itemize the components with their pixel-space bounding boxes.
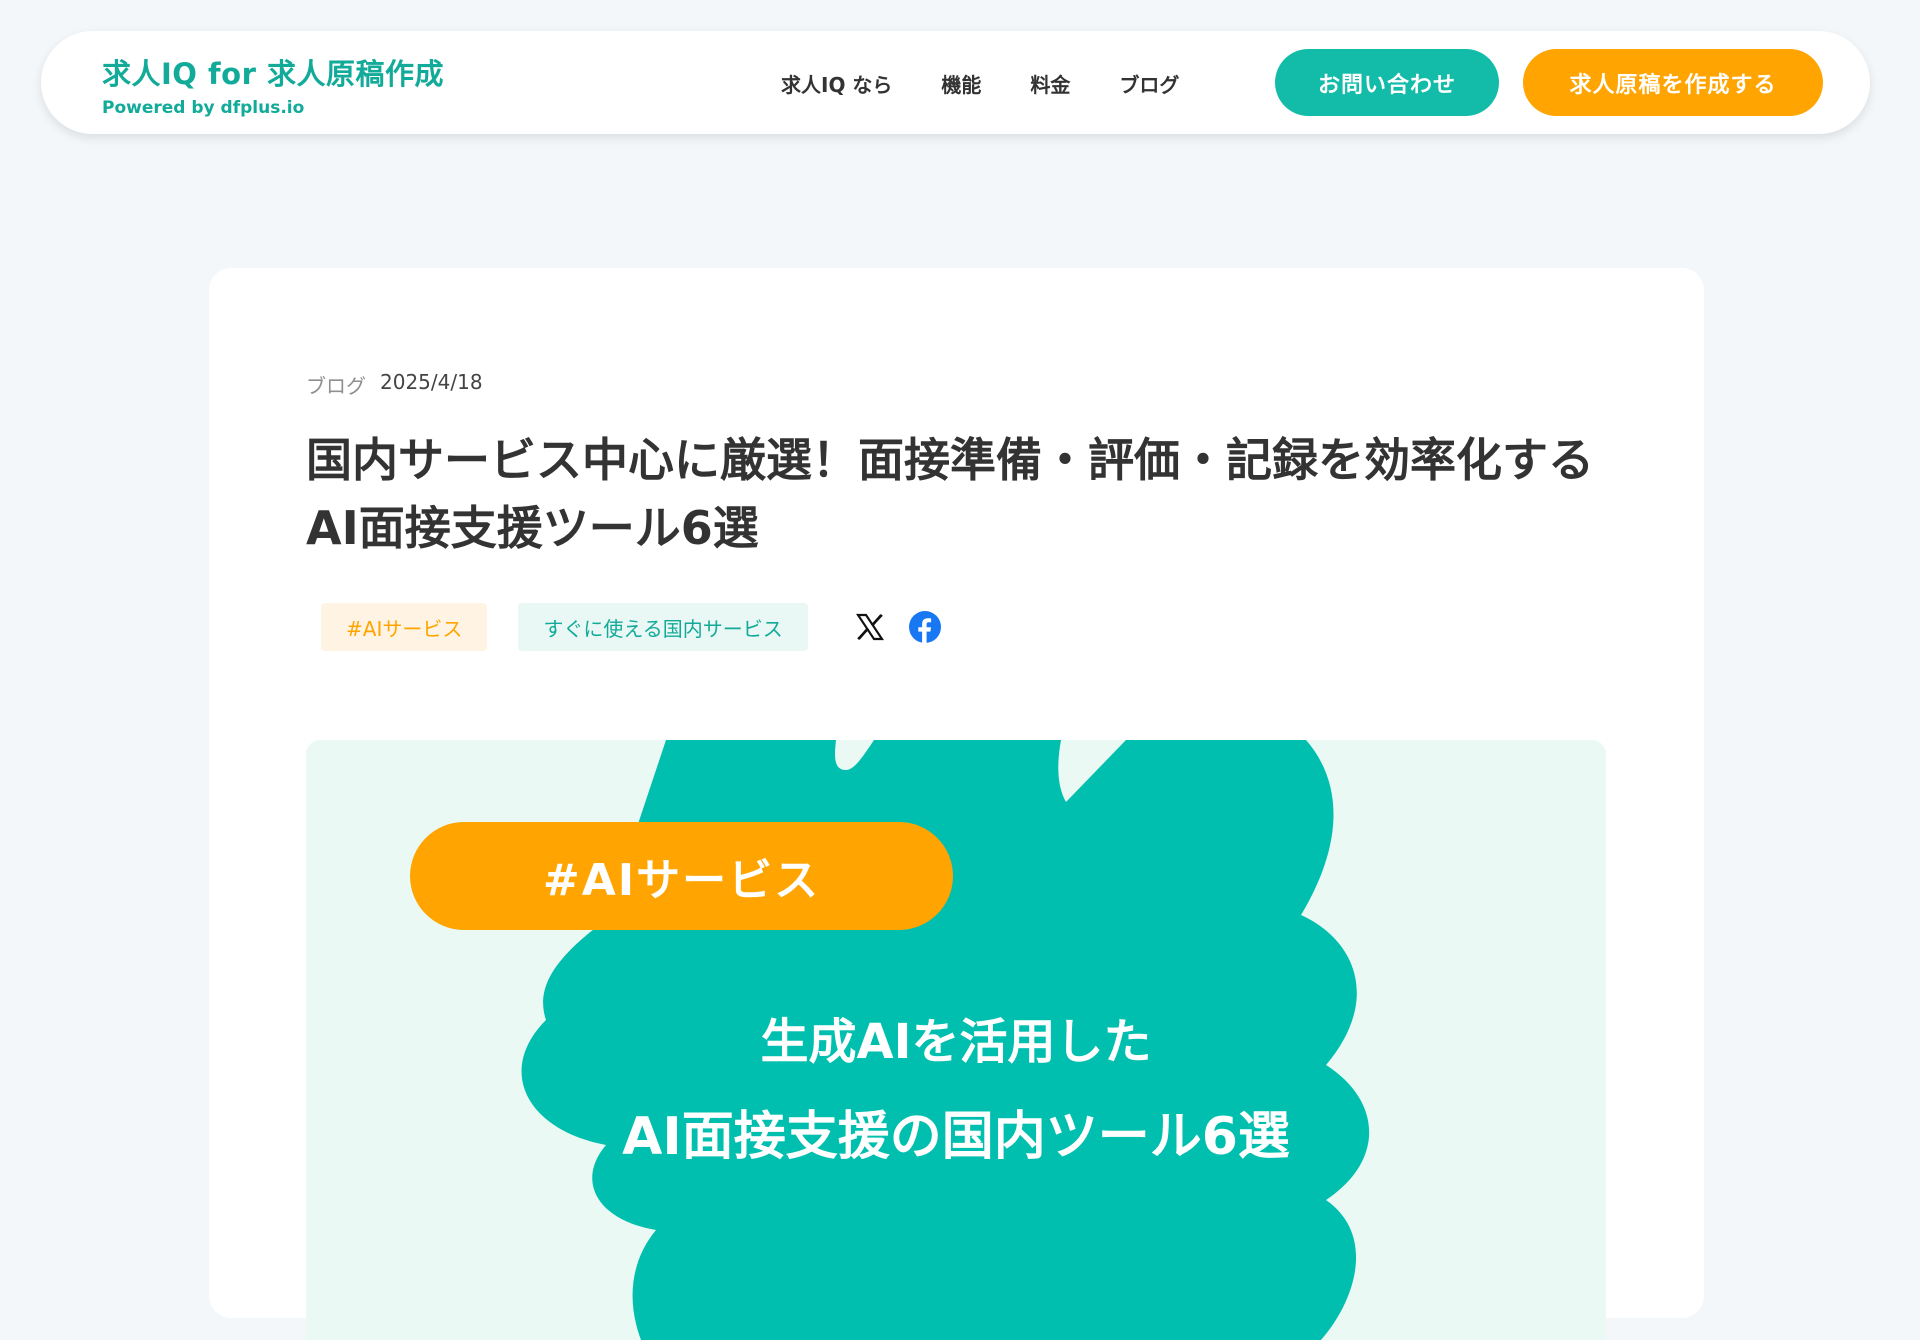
article-card: ブログ 2025/4/18 国内サービス中心に厳選！面接準備・評価・記録を効率化… bbox=[209, 268, 1704, 1340]
facebook-logo-icon[interactable] bbox=[908, 611, 941, 643]
contact-button[interactable]: お問い合わせ bbox=[1275, 49, 1499, 116]
hero-category-pill: #AIサービス bbox=[410, 822, 953, 930]
nav-item-about[interactable]: 求人IQ なら bbox=[781, 69, 892, 98]
tag-domestic-service[interactable]: すぐに使える国内サービス bbox=[518, 603, 808, 651]
create-posting-button[interactable]: 求人原稿を作成する bbox=[1523, 49, 1823, 116]
tag-ai-service[interactable]: #AIサービス bbox=[321, 603, 488, 651]
share-buttons bbox=[854, 611, 964, 643]
article-tags: #AIサービス すぐに使える国内サービス bbox=[321, 603, 964, 651]
main-nav: 求人IQ なら 機能 料金 ブログ bbox=[781, 69, 1228, 98]
article-category[interactable]: ブログ bbox=[306, 370, 366, 399]
brand-logo[interactable]: 求人IQ for 求人原稿作成 Powered by dfplus.io bbox=[102, 51, 444, 118]
brand-title[interactable]: 求人IQ for 求人原稿作成 bbox=[102, 51, 444, 93]
hero-headline-line2: AI面接支援の国内ツール6選 bbox=[622, 1107, 1290, 1167]
article-date: 2025/4/18 bbox=[380, 370, 483, 394]
site-header: 求人IQ for 求人原稿作成 Powered by dfplus.io 求人I… bbox=[41, 31, 1870, 134]
nav-item-blog[interactable]: ブログ bbox=[1119, 69, 1179, 98]
article-meta: ブログ 2025/4/18 bbox=[306, 370, 483, 399]
hero-image: #AIサービス 生成AIを活用した AI面接支援の国内ツール6選 bbox=[306, 740, 1606, 1340]
nav-item-pricing[interactable]: 料金 bbox=[1030, 69, 1070, 98]
article-title: 国内サービス中心に厳選！面接準備・評価・記録を効率化するAI面接支援ツール6選 bbox=[306, 433, 1594, 555]
brand-subtitle: Powered by dfplus.io bbox=[102, 98, 305, 118]
x-logo-icon[interactable] bbox=[854, 611, 886, 643]
hero-headline-line1: 生成AIを活用した bbox=[760, 1014, 1152, 1070]
nav-item-features[interactable]: 機能 bbox=[941, 69, 981, 98]
